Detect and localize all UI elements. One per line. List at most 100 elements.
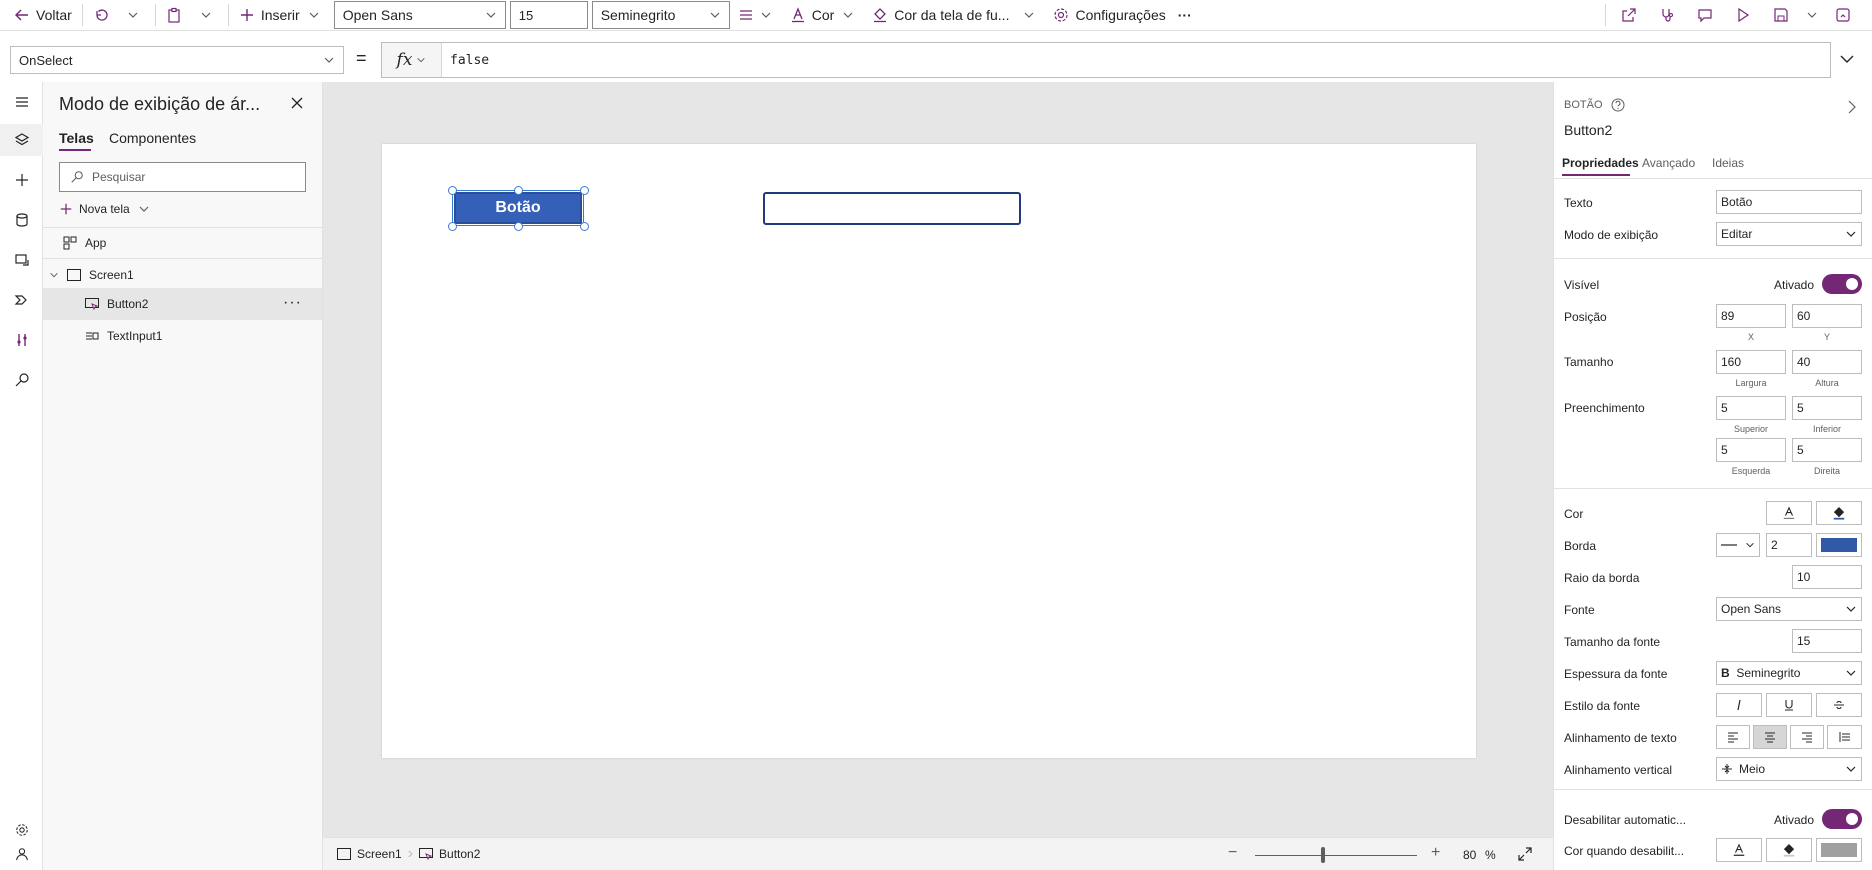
collapse-panel-button[interactable] xyxy=(1846,100,1858,114)
italic-button[interactable] xyxy=(1716,693,1762,717)
auto-disable-toggle[interactable] xyxy=(1822,809,1862,829)
disabled-border-color-button[interactable] xyxy=(1816,838,1862,862)
tree-item-textinput1[interactable]: TextInput1 xyxy=(43,320,322,352)
paste-button[interactable] xyxy=(160,0,194,31)
screen-color-button[interactable]: Cor da tela de fu... xyxy=(866,0,1047,31)
zoom-slider-thumb[interactable] xyxy=(1321,847,1326,863)
font-select[interactable]: Open Sans xyxy=(1716,597,1862,621)
menu-button[interactable] xyxy=(0,86,43,118)
publish-button[interactable] xyxy=(1824,0,1862,31)
tab-components[interactable]: Componentes xyxy=(109,130,196,146)
canvas-button2[interactable]: Botão xyxy=(454,192,582,224)
resize-handle-bottom[interactable] xyxy=(514,222,523,231)
visible-toggle[interactable] xyxy=(1822,274,1862,294)
undo-dropdown[interactable] xyxy=(121,0,151,31)
color-button[interactable]: Cor xyxy=(784,0,867,31)
border-radius-input[interactable]: 10 xyxy=(1792,565,1862,589)
zoom-slider-track[interactable] xyxy=(1255,855,1417,856)
resize-handle-top-left[interactable] xyxy=(448,186,457,195)
formula-input[interactable]: fx false xyxy=(381,42,1831,78)
data-button[interactable] xyxy=(0,204,43,236)
font-size-input[interactable]: 15 xyxy=(1792,629,1862,653)
align-justify-button[interactable] xyxy=(1827,725,1862,749)
new-screen-button[interactable]: Nova tela xyxy=(59,198,156,220)
comments-button[interactable] xyxy=(1686,0,1724,31)
resize-handle-top-right[interactable] xyxy=(580,186,589,195)
font-weight-select[interactable]: Seminegrito xyxy=(591,1,730,29)
size-label: Tamanho xyxy=(1564,355,1614,369)
help-icon[interactable] xyxy=(1611,98,1625,112)
tab-screens[interactable]: Telas xyxy=(59,130,94,146)
more-button[interactable]: ··· xyxy=(1172,0,1198,31)
breadcrumb-button2[interactable]: Button2 xyxy=(413,847,486,861)
position-y-input[interactable]: 60 xyxy=(1792,304,1862,328)
border-style-select[interactable] xyxy=(1716,533,1760,557)
insert-rail-button[interactable] xyxy=(0,164,43,196)
formula-expand-button[interactable] xyxy=(1838,50,1856,68)
align-center-button[interactable] xyxy=(1753,725,1787,749)
save-button[interactable] xyxy=(1762,0,1800,31)
zoom-out-button[interactable]: − xyxy=(1228,844,1237,862)
property-select[interactable]: OnSelect xyxy=(10,46,344,74)
padding-left-input[interactable]: 5 xyxy=(1716,438,1786,462)
height-input[interactable]: 40 xyxy=(1792,350,1862,374)
text-color-button[interactable] xyxy=(1766,501,1812,525)
more-options-icon[interactable]: ··· xyxy=(283,294,302,312)
search-rail-button[interactable] xyxy=(0,364,43,396)
resize-handle-bottom-left[interactable] xyxy=(448,222,457,231)
tree-item-app[interactable]: App xyxy=(43,227,322,259)
preview-button[interactable] xyxy=(1724,0,1762,31)
app-checker-button[interactable] xyxy=(1648,0,1686,31)
tab-advanced[interactable]: Avançado xyxy=(1642,156,1695,170)
back-button[interactable]: Voltar xyxy=(0,0,78,31)
undo-button[interactable] xyxy=(87,0,121,31)
text-input[interactable]: Botão xyxy=(1716,190,1862,214)
vertical-align-select[interactable]: Meio xyxy=(1716,757,1862,781)
fill-color-button[interactable] xyxy=(1816,501,1862,525)
align-left-button[interactable] xyxy=(1716,725,1750,749)
disabled-fill-color-button[interactable] xyxy=(1766,838,1812,862)
width-input[interactable]: 160 xyxy=(1716,350,1786,374)
resize-handle-bottom-right[interactable] xyxy=(580,222,589,231)
close-tree-button[interactable] xyxy=(290,96,304,110)
canvas-textinput1[interactable] xyxy=(763,192,1021,225)
media-button[interactable] xyxy=(0,244,43,276)
disabled-text-color-button[interactable] xyxy=(1716,838,1762,862)
tab-properties[interactable]: Propriedades xyxy=(1562,156,1639,170)
settings-button[interactable]: Configurações xyxy=(1047,0,1171,31)
save-dropdown[interactable] xyxy=(1800,0,1824,31)
padding-right-input[interactable]: 5 xyxy=(1792,438,1862,462)
breadcrumb-screen1[interactable]: Screen1 xyxy=(323,847,408,861)
strikethrough-button[interactable] xyxy=(1816,693,1862,717)
resize-handle-top[interactable] xyxy=(514,186,523,195)
tab-ideas[interactable]: Ideias xyxy=(1712,156,1744,170)
align-right-button[interactable] xyxy=(1790,725,1824,749)
position-x-input[interactable]: 89 xyxy=(1716,304,1786,328)
font-select[interactable]: Open Sans xyxy=(333,1,506,29)
insert-button[interactable]: Inserir xyxy=(233,0,332,31)
tree-item-button2[interactable]: Button2 ··· xyxy=(43,288,322,320)
canvas-area[interactable]: Botão xyxy=(323,82,1553,837)
font-size-input[interactable]: 15 xyxy=(509,1,588,29)
fit-to-window-button[interactable] xyxy=(1517,846,1533,862)
paste-dropdown[interactable] xyxy=(194,0,224,31)
tree-view-button[interactable] xyxy=(0,124,43,156)
power-automate-button[interactable] xyxy=(0,284,43,316)
padding-bottom-input[interactable]: 5 xyxy=(1792,396,1862,420)
variables-button[interactable] xyxy=(0,324,43,356)
display-mode-select[interactable]: Editar xyxy=(1716,222,1862,246)
padding-top-input[interactable]: 5 xyxy=(1716,396,1786,420)
tree-item-screen1[interactable]: Screen1 xyxy=(43,259,322,291)
fx-button[interactable]: fx xyxy=(382,43,442,77)
share-button[interactable] xyxy=(1610,0,1648,31)
tree-search-input[interactable]: Pesquisar xyxy=(59,162,306,192)
border-color-button[interactable] xyxy=(1816,533,1862,557)
app-screen[interactable]: Botão xyxy=(382,144,1476,758)
text-align-button[interactable] xyxy=(732,0,784,31)
font-weight-select[interactable]: B Seminegrito xyxy=(1716,661,1862,685)
border-width-input[interactable]: 2 xyxy=(1766,533,1812,557)
zoom-in-button[interactable]: + xyxy=(1431,844,1440,862)
virtual-agent-button[interactable] xyxy=(0,838,43,870)
insert-label: Inserir xyxy=(260,7,300,23)
underline-button[interactable] xyxy=(1766,693,1812,717)
